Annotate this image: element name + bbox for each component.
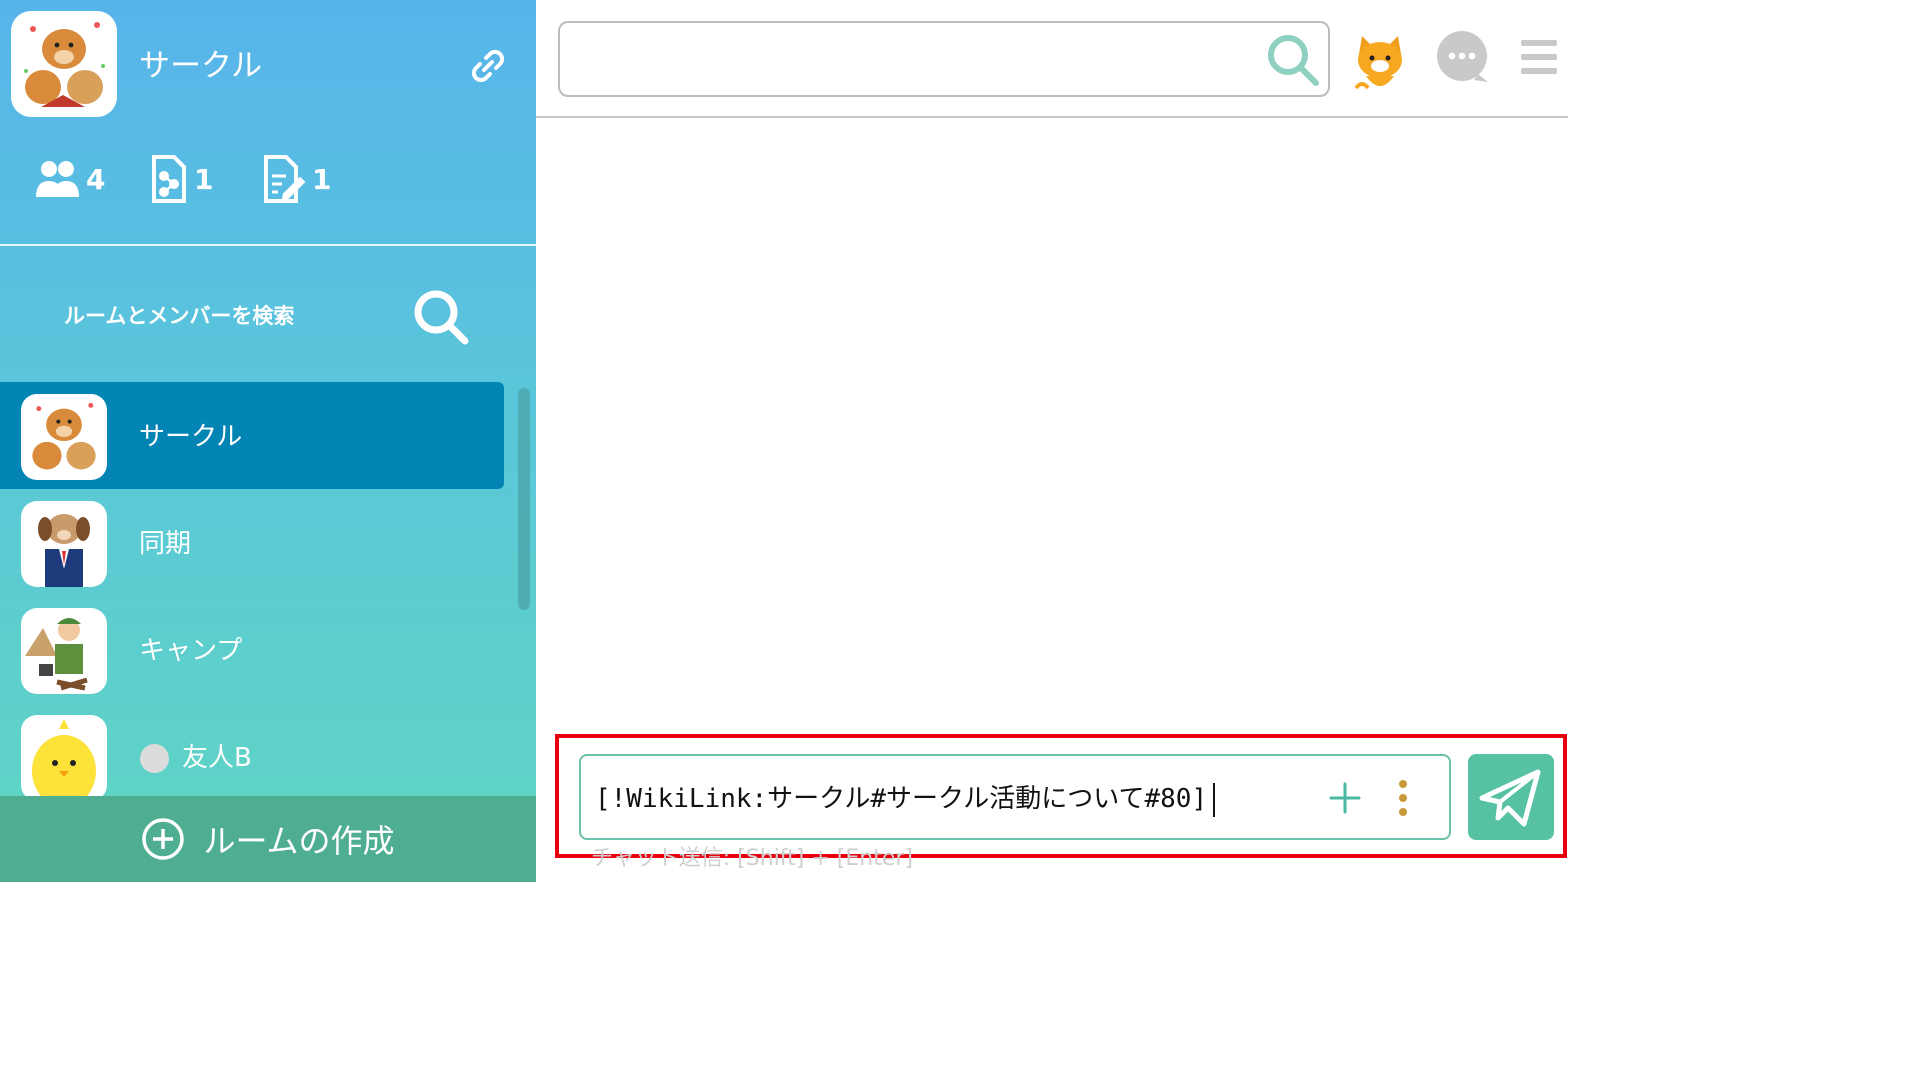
room-item-friend-b[interactable]: 友人B — [0, 703, 504, 796]
room-avatar-camp — [21, 608, 107, 694]
room-list-scrollbar[interactable] — [518, 388, 530, 610]
offline-status-dot — [140, 744, 169, 773]
files-stat[interactable]: 1 — [150, 152, 213, 206]
room-name: 同期 — [139, 529, 192, 559]
composer-input[interactable]: [!WikiLink:サークル#サークル活動について#80] — [595, 778, 1216, 817]
notes-stat[interactable]: 1 — [262, 152, 331, 206]
room-item-camp[interactable]: キャンプ — [0, 596, 504, 703]
search-icon[interactable] — [1264, 31, 1322, 89]
cat-avatar-icon[interactable] — [1352, 30, 1408, 92]
main-search-box[interactable] — [558, 21, 1330, 97]
note-edit-icon — [264, 155, 306, 203]
room-avatar-friend-b — [21, 715, 107, 796]
paper-plane-icon — [1479, 769, 1541, 827]
attach-plus-button[interactable] — [1325, 778, 1365, 818]
room-item-circle[interactable]: サークル — [0, 382, 504, 489]
search-icon[interactable] — [410, 286, 472, 348]
text-caret — [1213, 782, 1216, 817]
chat-composer[interactable]: [!WikiLink:サークル#サークル活動について#80] — [579, 754, 1451, 840]
room-header: サークル 4 1 1 — [0, 0, 536, 246]
plus-circle-icon — [142, 818, 185, 860]
room-name: 友人B — [182, 743, 252, 773]
plus-icon — [1329, 782, 1361, 814]
composer-text-value: [!WikiLink:サークル#サークル活動について#80] — [595, 784, 1208, 814]
send-shortcut-hint: チャット送信: [Shift] + [Enter] — [591, 846, 913, 871]
files-count: 1 — [194, 162, 214, 196]
create-room-label: ルームの作成 — [203, 822, 395, 860]
members-icon — [36, 161, 79, 197]
chat-bubble-icon[interactable] — [1434, 28, 1492, 86]
top-bar — [536, 0, 1568, 118]
main-search-input[interactable] — [574, 37, 1254, 81]
link-icon[interactable] — [466, 44, 510, 88]
vertical-dots-icon — [1399, 780, 1407, 816]
room-name: サークル — [139, 422, 243, 452]
room-avatar[interactable] — [11, 11, 117, 117]
room-list: サークル 同期 キャンプ 友人B — [0, 380, 536, 796]
room-item-peers[interactable]: 同期 — [0, 489, 504, 596]
members-count: 4 — [86, 162, 106, 196]
message-area — [536, 120, 1568, 732]
send-button[interactable] — [1468, 754, 1554, 840]
create-room-button[interactable]: ルームの作成 — [0, 796, 536, 882]
file-share-icon — [152, 155, 186, 203]
members-stat[interactable]: 4 — [34, 152, 105, 206]
notes-count: 1 — [312, 162, 332, 196]
sidebar: サークル 4 1 1 ルームとメンバーを検索 サークル 同期 キャンプ 友人B … — [0, 0, 536, 882]
room-member-search-label: ルームとメンバーを検索 — [64, 304, 295, 328]
room-name: キャンプ — [139, 636, 243, 666]
menu-icon[interactable] — [1519, 36, 1559, 78]
room-title: サークル — [139, 48, 263, 84]
room-avatar-peers — [21, 501, 107, 587]
more-options-button[interactable] — [1393, 778, 1413, 818]
room-avatar-circle — [21, 394, 107, 480]
